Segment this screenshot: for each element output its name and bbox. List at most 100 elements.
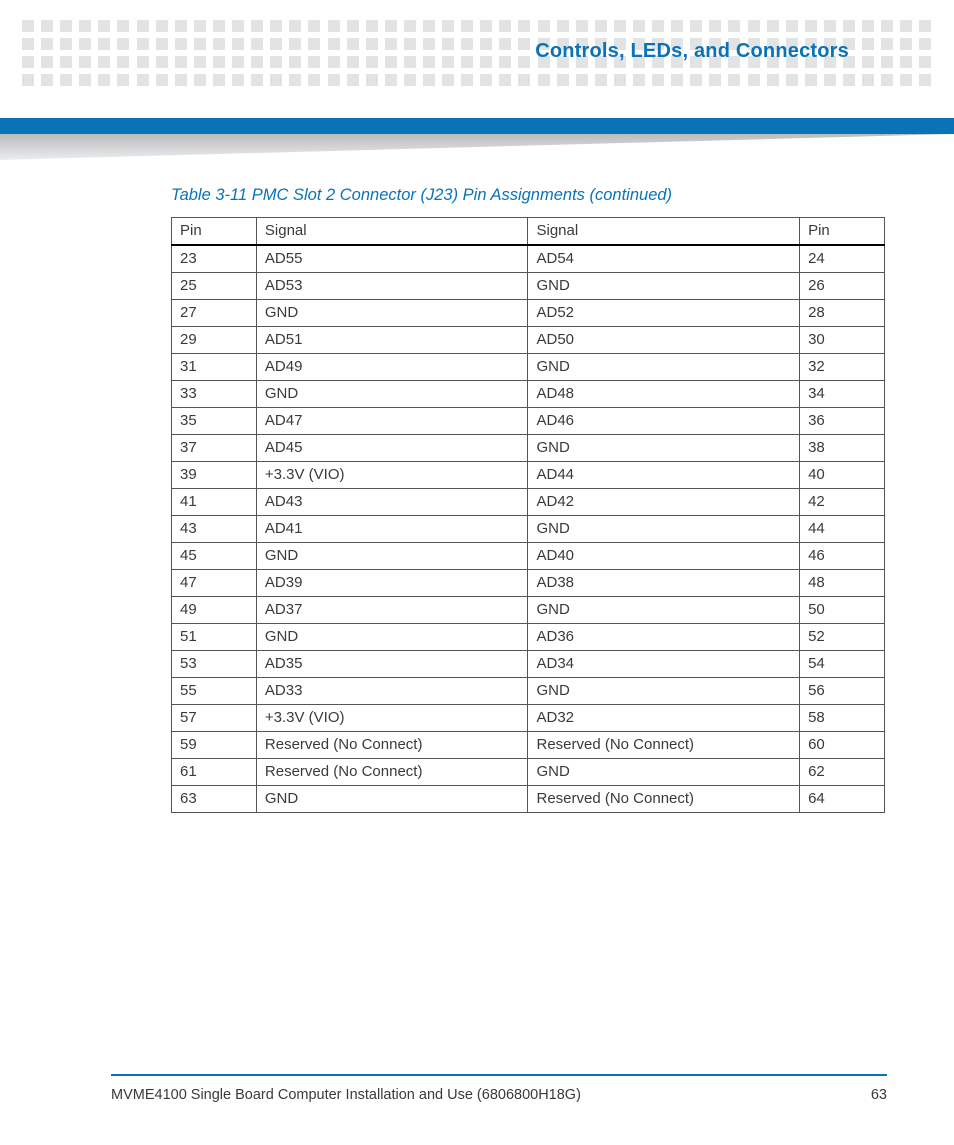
table-cell: GND	[256, 381, 528, 408]
table-cell: 60	[800, 732, 885, 759]
table-cell: GND	[256, 624, 528, 651]
table-cell: 31	[172, 354, 257, 381]
table-cell: 49	[172, 597, 257, 624]
table-cell: AD32	[528, 705, 800, 732]
table-cell: 28	[800, 300, 885, 327]
table-row: 41AD43AD4242	[172, 489, 885, 516]
table-cell: AD46	[528, 408, 800, 435]
table-cell: 27	[172, 300, 257, 327]
col-header-pin-left: Pin	[172, 218, 257, 246]
table-cell: 55	[172, 678, 257, 705]
table-cell: 25	[172, 273, 257, 300]
table-cell: 39	[172, 462, 257, 489]
table-cell: AD53	[256, 273, 528, 300]
table-cell: GND	[528, 273, 800, 300]
table-cell: 50	[800, 597, 885, 624]
table-cell: 52	[800, 624, 885, 651]
table-cell: +3.3V (VIO)	[256, 705, 528, 732]
table-cell: AD35	[256, 651, 528, 678]
table-caption: Table 3-11 PMC Slot 2 Connector (J23) Pi…	[171, 186, 885, 205]
table-cell: 42	[800, 489, 885, 516]
table-cell: AD52	[528, 300, 800, 327]
table-row: 43AD41GND44	[172, 516, 885, 543]
table-cell: AD34	[528, 651, 800, 678]
table-cell: GND	[528, 597, 800, 624]
table-cell: AD36	[528, 624, 800, 651]
table-row: 27GNDAD5228	[172, 300, 885, 327]
table-cell: 54	[800, 651, 885, 678]
table-cell: GND	[528, 678, 800, 705]
table-cell: GND	[256, 300, 528, 327]
footer-divider	[111, 1074, 887, 1076]
pin-assignment-table: Pin Signal Signal Pin 23AD55AD542425AD53…	[171, 217, 885, 813]
table-cell: 59	[172, 732, 257, 759]
table-row: 61Reserved (No Connect)GND62	[172, 759, 885, 786]
table-row: 47AD39AD3848	[172, 570, 885, 597]
table-cell: Reserved (No Connect)	[256, 759, 528, 786]
table-cell: 38	[800, 435, 885, 462]
table-cell: Reserved (No Connect)	[528, 786, 800, 813]
table-cell: AD49	[256, 354, 528, 381]
table-cell: 61	[172, 759, 257, 786]
table-cell: 44	[800, 516, 885, 543]
table-cell: Reserved (No Connect)	[256, 732, 528, 759]
table-row: 45GNDAD4046	[172, 543, 885, 570]
table-cell: 57	[172, 705, 257, 732]
table-cell: AD43	[256, 489, 528, 516]
table-cell: GND	[256, 786, 528, 813]
table-cell: 33	[172, 381, 257, 408]
table-cell: 63	[172, 786, 257, 813]
table-row: 59Reserved (No Connect)Reserved (No Conn…	[172, 732, 885, 759]
footer-doc-title: MVME4100 Single Board Computer Installat…	[111, 1087, 581, 1103]
table-cell: 37	[172, 435, 257, 462]
table-cell: 23	[172, 245, 257, 273]
table-cell: AD37	[256, 597, 528, 624]
table-row: 29AD51AD5030	[172, 327, 885, 354]
table-cell: +3.3V (VIO)	[256, 462, 528, 489]
table-cell: 45	[172, 543, 257, 570]
table-cell: GND	[528, 759, 800, 786]
table-row: 51GNDAD3652	[172, 624, 885, 651]
table-cell: GND	[256, 543, 528, 570]
page-number: 63	[871, 1087, 887, 1103]
table-cell: 32	[800, 354, 885, 381]
table-row: 33GNDAD4834	[172, 381, 885, 408]
table-cell: 36	[800, 408, 885, 435]
table-cell: 56	[800, 678, 885, 705]
table-row: 53AD35AD3454	[172, 651, 885, 678]
table-cell: 41	[172, 489, 257, 516]
table-row: 23AD55AD5424	[172, 245, 885, 273]
table-cell: GND	[528, 435, 800, 462]
col-header-signal-right: Signal	[528, 218, 800, 246]
table-cell: 46	[800, 543, 885, 570]
header-grey-wedge	[0, 134, 954, 160]
table-cell: AD54	[528, 245, 800, 273]
table-row: 57+3.3V (VIO)AD3258	[172, 705, 885, 732]
table-cell: GND	[528, 516, 800, 543]
table-cell: 43	[172, 516, 257, 543]
table-cell: AD39	[256, 570, 528, 597]
col-header-pin-right: Pin	[800, 218, 885, 246]
table-cell: 24	[800, 245, 885, 273]
table-cell: Reserved (No Connect)	[528, 732, 800, 759]
table-row: 63GNDReserved (No Connect)64	[172, 786, 885, 813]
table-cell: AD42	[528, 489, 800, 516]
table-cell: 29	[172, 327, 257, 354]
table-cell: 58	[800, 705, 885, 732]
table-cell: 35	[172, 408, 257, 435]
table-row: 25AD53GND26	[172, 273, 885, 300]
table-cell: GND	[528, 354, 800, 381]
table-cell: AD47	[256, 408, 528, 435]
table-cell: AD45	[256, 435, 528, 462]
table-header-row: Pin Signal Signal Pin	[172, 218, 885, 246]
header-blue-bar	[0, 118, 954, 134]
chapter-title: Controls, LEDs, and Connectors	[535, 40, 849, 63]
table-row: 39+3.3V (VIO)AD4440	[172, 462, 885, 489]
table-cell: 30	[800, 327, 885, 354]
table-cell: 48	[800, 570, 885, 597]
table-cell: 26	[800, 273, 885, 300]
table-row: 35AD47AD4636	[172, 408, 885, 435]
table-cell: AD44	[528, 462, 800, 489]
table-row: 31AD49GND32	[172, 354, 885, 381]
col-header-signal-left: Signal	[256, 218, 528, 246]
